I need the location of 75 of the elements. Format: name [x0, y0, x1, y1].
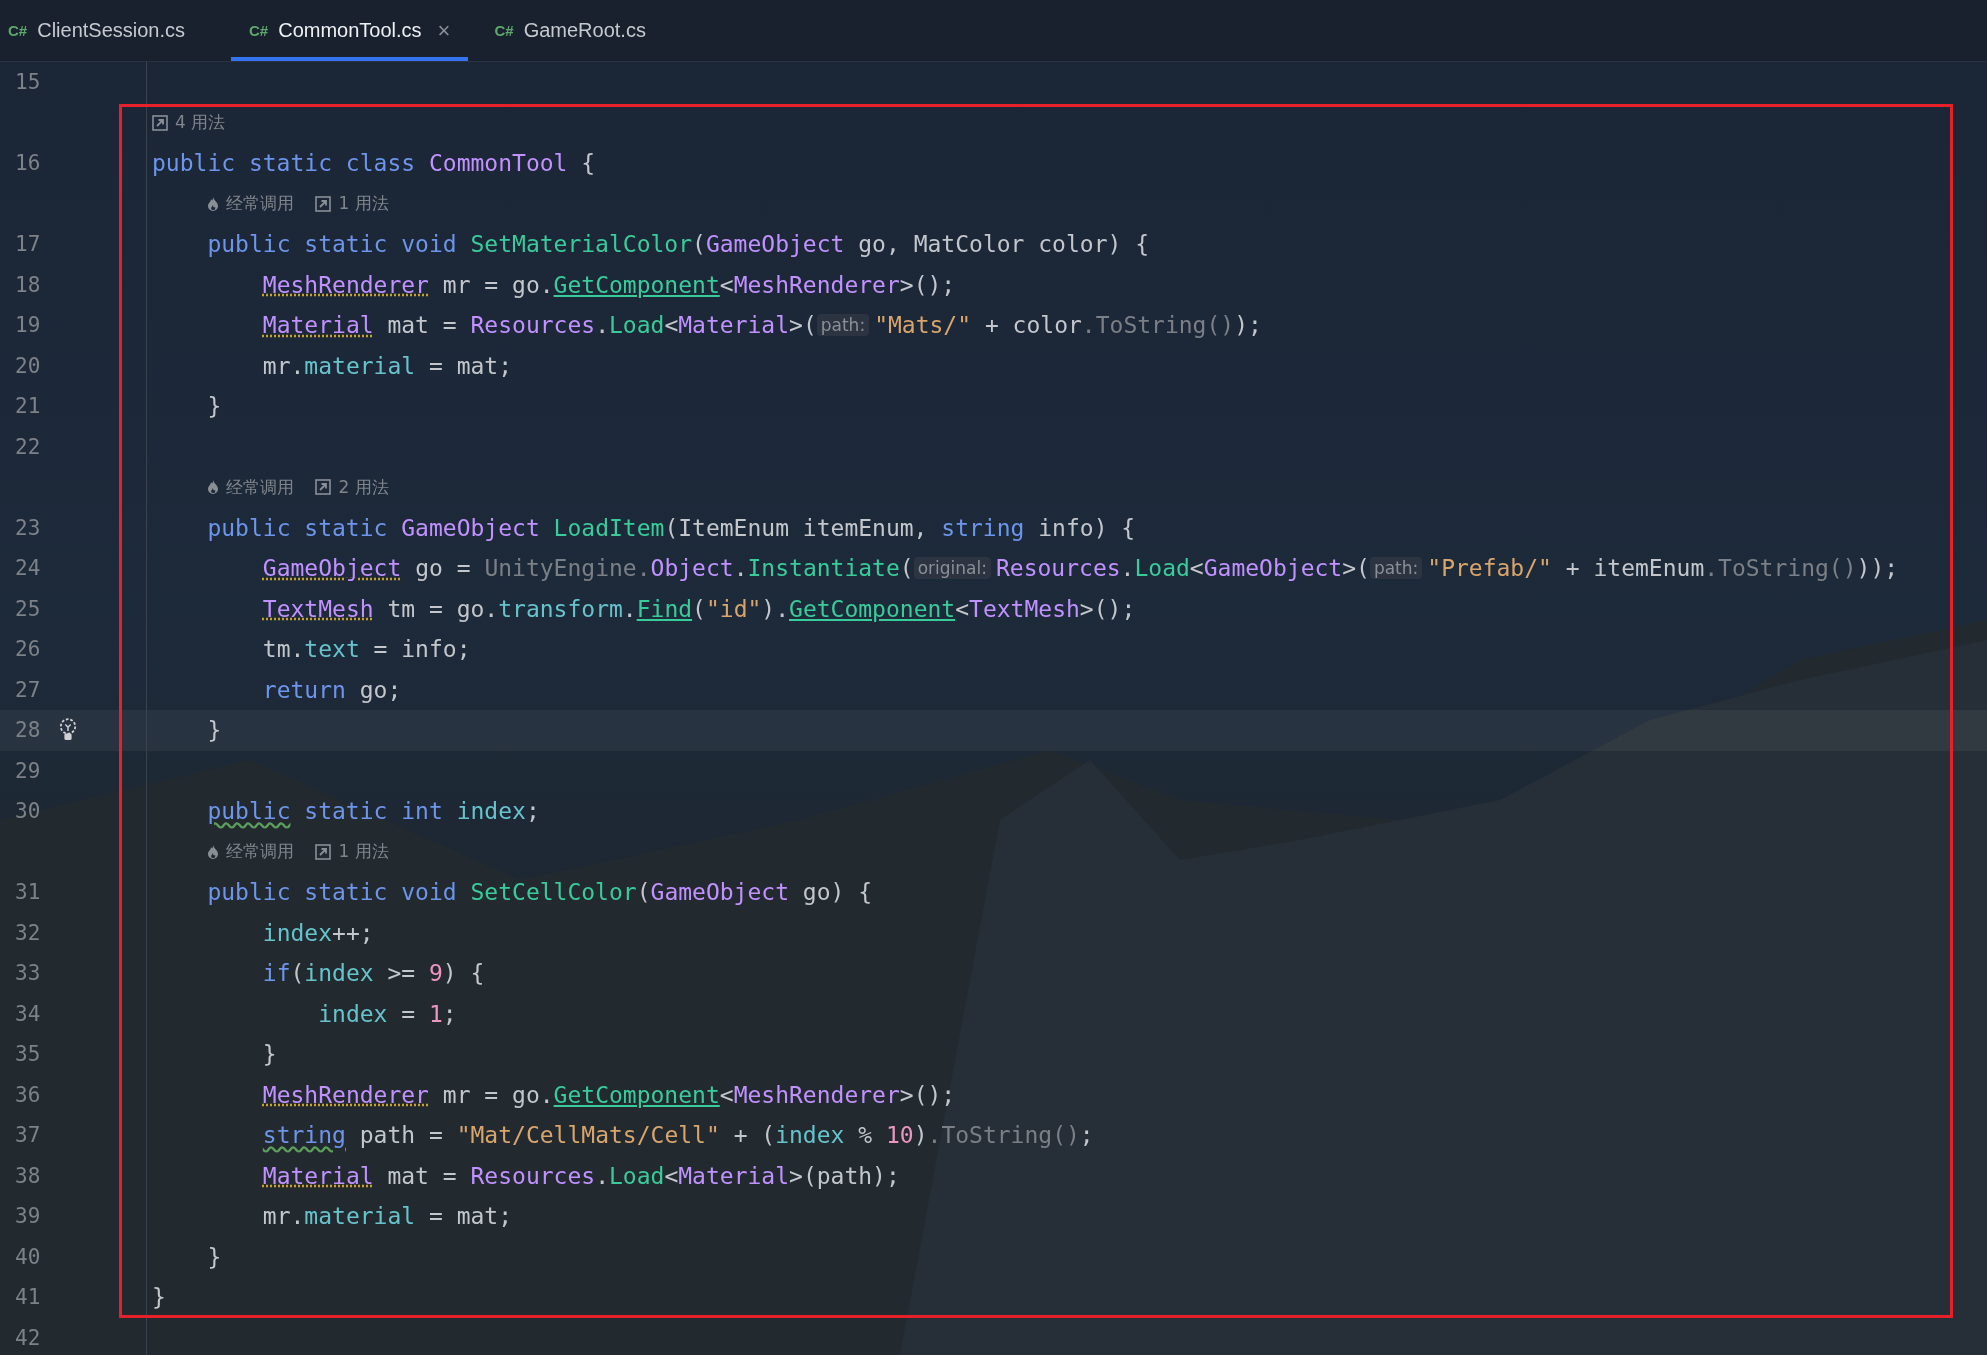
code-line: }	[152, 1283, 166, 1313]
code-line: return go;	[262, 675, 402, 705]
code-line: }	[207, 716, 222, 746]
lightbulb-icon[interactable]	[59, 718, 77, 743]
line-number: 30	[15, 799, 42, 824]
code-line: }	[262, 1040, 277, 1070]
code-line: string path = "Mat/CellMats/Cell" + (index % 10).ToString();	[262, 1121, 1094, 1151]
tab-label: CommonTool.cs	[278, 19, 422, 42]
file-tab[interactable]: C# ClientSession.cs	[0, 0, 232, 61]
arrow-box-icon	[315, 195, 332, 212]
tab-label: GameRoot.cs	[523, 19, 646, 42]
line-number: 32	[15, 920, 42, 945]
code-line: }	[207, 1242, 222, 1272]
usages-hint[interactable]: 4 用法	[175, 111, 226, 135]
usages-hint[interactable]: 1 用法	[338, 840, 389, 864]
line-number: 28	[15, 718, 42, 743]
line-number: 24	[15, 556, 42, 581]
arrow-box-icon	[315, 843, 332, 860]
line-number: 38	[15, 1163, 42, 1188]
file-tab[interactable]: C# GameRoot.cs	[486, 0, 692, 61]
line-number: 29	[15, 758, 42, 783]
flame-icon	[207, 843, 220, 860]
code-line: index++;	[262, 918, 374, 948]
code-line: TextMesh tm = go.transform.Find("id").GetComponent<TextMesh>();	[262, 594, 1136, 624]
code-line: }	[207, 392, 222, 422]
line-number: 25	[15, 596, 42, 621]
line-number: 15	[15, 70, 42, 95]
line-number: 16	[15, 151, 42, 176]
code-line: mr.material = mat;	[262, 351, 513, 381]
line-number: 23	[15, 515, 42, 540]
code-line: Material mat = Resources.Load<Material>(path);	[262, 1161, 900, 1191]
flame-icon	[207, 479, 220, 496]
line-number: 19	[15, 313, 42, 338]
arrow-box-icon	[152, 114, 168, 131]
tab-label: ClientSession.cs	[37, 19, 186, 42]
usages-hint[interactable]: 1 用法	[338, 192, 389, 216]
csharp-file-icon: C#	[8, 22, 28, 39]
line-number: 20	[15, 353, 42, 378]
code-line: mr.material = mat;	[262, 1202, 513, 1232]
code-line: index = 1;	[318, 999, 457, 1029]
line-number: 40	[15, 1244, 42, 1269]
csharp-file-icon: C#	[249, 22, 269, 39]
code-line: if(index >= 9) {	[262, 959, 485, 989]
line-number: 36	[15, 1082, 42, 1107]
file-tab[interactable]: C# CommonTool.cs ×	[231, 0, 469, 61]
line-number: 21	[15, 394, 42, 419]
frequent-call-hint[interactable]: 经常调用	[226, 840, 295, 864]
line-number: 42	[15, 1325, 42, 1350]
code-line: tm.text = info;	[262, 635, 471, 665]
frequent-call-hint[interactable]: 经常调用	[226, 192, 295, 216]
line-number: 37	[15, 1123, 42, 1148]
code-line: public static class CommonTool {	[152, 149, 596, 179]
line-number: 27	[15, 677, 42, 702]
line-number: 41	[15, 1285, 42, 1310]
code-line: MeshRenderer mr = go.GetComponent<MeshRenderer>();	[262, 1080, 956, 1110]
close-icon[interactable]: ×	[437, 17, 451, 44]
code-line: public static int index;	[207, 797, 540, 827]
line-number: 33	[15, 961, 42, 986]
csharp-file-icon: C#	[494, 22, 514, 39]
line-number: 26	[15, 637, 42, 662]
code-line: MeshRenderer mr = go.GetComponent<MeshRenderer>();	[262, 270, 956, 300]
line-number: 22	[15, 434, 42, 459]
arrow-box-icon	[315, 479, 332, 496]
line-number: 31	[15, 880, 42, 905]
line-number: 39	[15, 1204, 42, 1229]
line-number: 35	[15, 1042, 42, 1067]
code-line: public static void SetCellColor(GameObject go) {	[207, 878, 873, 908]
frequent-call-hint[interactable]: 经常调用	[226, 475, 295, 499]
line-number: 18	[15, 272, 42, 297]
code-line: public static GameObject LoadItem(ItemEnum itemEnum, string info) {	[207, 513, 1136, 543]
line-number: 17	[15, 232, 42, 257]
code-line: public static void SetMaterialColor(GameObject go, MatColor color) {	[207, 230, 1150, 260]
line-number: 34	[15, 1001, 42, 1026]
usages-hint[interactable]: 2 用法	[338, 475, 389, 499]
flame-icon	[207, 195, 220, 212]
